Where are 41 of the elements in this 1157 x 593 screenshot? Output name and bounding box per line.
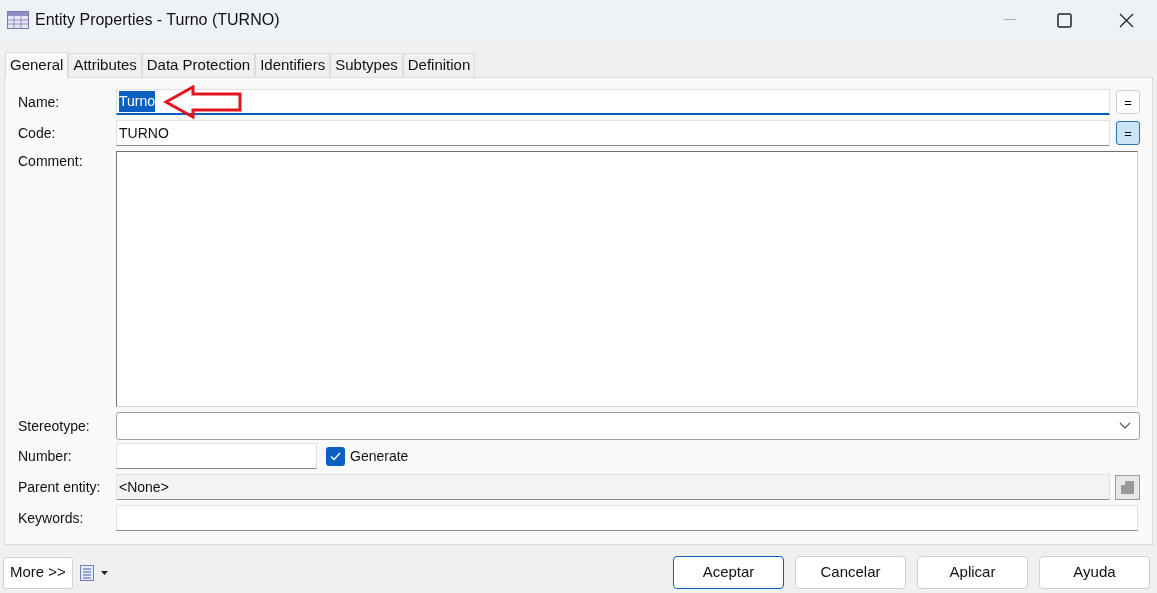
generate-checkbox[interactable]: Generate (326, 445, 414, 467)
sync-button[interactable]: = (1116, 121, 1140, 145)
number-field[interactable] (116, 443, 317, 469)
browse-button[interactable] (1115, 474, 1140, 500)
keywords-field[interactable] (116, 505, 1138, 531)
sync-button[interactable]: = (1116, 90, 1140, 114)
document-icon (79, 564, 94, 581)
field-label: Number: (18, 446, 73, 466)
stereotype-dropdown[interactable] (116, 412, 1140, 440)
field-label: Comment: (18, 152, 84, 171)
tab[interactable]: Data Protection (141, 53, 256, 77)
dialog-button[interactable]: Aceptar (673, 556, 784, 589)
minimize-icon (1004, 19, 1016, 21)
field-value: TURNO (119, 123, 169, 143)
dialog-button[interactable]: Ayuda (1039, 556, 1150, 589)
text-field[interactable]: TURNO (116, 120, 1110, 146)
field-value: Turno (119, 91, 156, 112)
properties-icon (1121, 480, 1134, 494)
table-icon (7, 11, 29, 29)
field-label: Code: (18, 123, 57, 143)
field-label: Parent entity: (18, 477, 102, 497)
tab[interactable]: Subtypes (330, 53, 403, 77)
field-label: Name: (18, 92, 61, 112)
field-label: Keywords: (18, 508, 85, 528)
chevron-down-icon (1119, 422, 1131, 430)
window-title: Entity Properties - Turno (TURNO) (35, 10, 280, 30)
checkmark-icon (330, 451, 341, 461)
parent-entity-field: <None> (116, 474, 1110, 500)
tab[interactable]: Attributes (68, 53, 142, 77)
comment-field[interactable] (116, 151, 1138, 407)
maximize-icon (1056, 12, 1072, 28)
caret-icon (100, 570, 108, 575)
arrow-icon (163, 84, 244, 119)
dialog-button[interactable]: Aplicar (917, 556, 1028, 589)
close-icon (1118, 12, 1134, 28)
dialog-button[interactable]: Cancelar (795, 556, 906, 589)
tab[interactable]: General (5, 52, 69, 78)
field-label: Stereotype: (18, 416, 91, 436)
tab[interactable]: Identifiers (255, 53, 331, 77)
more-button[interactable]: More >> (3, 556, 73, 589)
tab[interactable]: Definition (402, 53, 476, 77)
